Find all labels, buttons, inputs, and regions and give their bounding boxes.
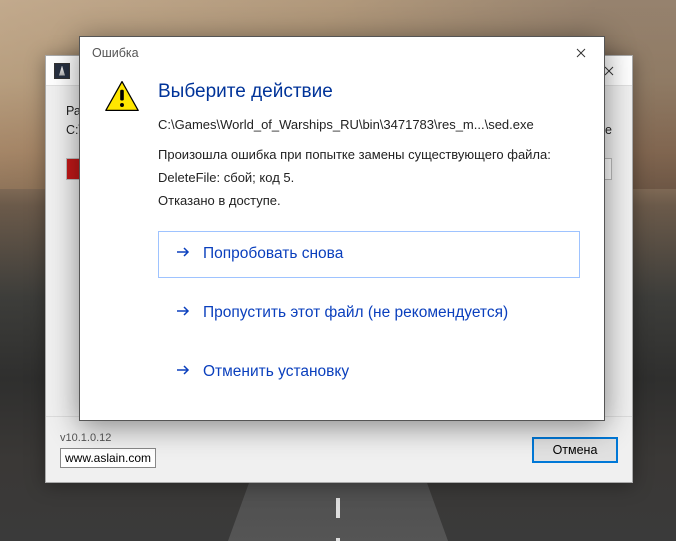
app-icon bbox=[54, 63, 70, 79]
website-link[interactable]: www.aslain.com bbox=[60, 448, 156, 468]
dialog-message-line1: Произошла ошибка при попытке замены суще… bbox=[158, 146, 580, 165]
dialog-heading: Выберите действие bbox=[158, 81, 580, 103]
dialog-close-button[interactable] bbox=[558, 38, 604, 68]
error-dialog: Ошибка Выберите действие C:\Games\World_… bbox=[79, 36, 605, 421]
warning-icon bbox=[104, 79, 140, 396]
skip-action[interactable]: Пропустить этот файл (не рекомендуется) bbox=[158, 290, 580, 337]
skip-label: Пропустить этот файл (не рекомендуется) bbox=[203, 303, 508, 323]
cancel-install-action[interactable]: Отменить установку bbox=[158, 349, 580, 396]
version-label: v10.1.0.12 bbox=[60, 432, 156, 444]
arrow-right-icon bbox=[175, 303, 191, 324]
installer-footer: v10.1.0.12 www.aslain.com Отмена bbox=[46, 416, 632, 482]
cancel-install-label: Отменить установку bbox=[203, 362, 349, 382]
dialog-title: Ошибка bbox=[92, 46, 139, 60]
retry-action[interactable]: Попробовать снова bbox=[158, 231, 580, 278]
dialog-titlebar: Ошибка bbox=[80, 37, 604, 69]
dialog-message-line2: DeleteFile: сбой; код 5. bbox=[158, 169, 580, 188]
cancel-button[interactable]: Отмена bbox=[532, 437, 618, 463]
arrow-right-icon bbox=[175, 362, 191, 383]
dialog-file-path: C:\Games\World_of_Warships_RU\bin\347178… bbox=[158, 117, 580, 132]
retry-label: Попробовать снова bbox=[203, 244, 343, 264]
dialog-message-line3: Отказано в доступе. bbox=[158, 192, 580, 211]
arrow-right-icon bbox=[175, 244, 191, 265]
